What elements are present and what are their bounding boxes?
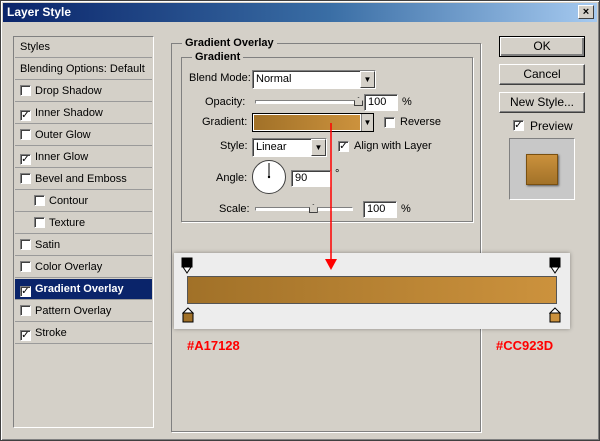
scale-percent: % [401, 203, 411, 215]
style-label-inner-shadow: Inner Shadow [35, 107, 103, 119]
angle-label: Angle: [216, 172, 248, 184]
style-item-gradient-overlay[interactable]: ✓ Gradient Overlay [15, 279, 152, 300]
scale-slider-track[interactable] [255, 207, 353, 211]
opacity-stop-left[interactable] [181, 257, 193, 274]
preview-swatch [526, 154, 558, 185]
opacity-percent: % [402, 96, 412, 108]
style-label-color-overlay: Color Overlay [35, 261, 103, 273]
style-checkbox-gradient-overlay[interactable]: ✓ [20, 286, 31, 297]
close-button[interactable]: × [578, 5, 594, 19]
blend-mode-select[interactable]: Normal ▼ [252, 70, 376, 89]
style-value: Linear [256, 141, 287, 153]
scale-input[interactable]: 100 [363, 201, 397, 218]
opacity-input[interactable]: 100 [364, 94, 398, 111]
style-label-gradient-overlay: Gradient Overlay [35, 283, 124, 295]
chevron-down-icon[interactable]: ▼ [360, 71, 375, 88]
style-label-pattern-overlay: Pattern Overlay [35, 305, 112, 317]
preview-checkbox[interactable]: ✓ [513, 120, 524, 131]
style-label-stroke: Stroke [35, 327, 67, 339]
gradient-editor [174, 253, 570, 329]
gradient-swatch[interactable] [254, 115, 360, 130]
style-item-inner-glow[interactable]: ✓ Inner Glow [15, 147, 152, 168]
angle-dial[interactable] [251, 159, 287, 195]
blend-mode-value: Normal [256, 73, 292, 85]
annotation-arrow [325, 123, 337, 270]
end-color-annotation: #CC923D [496, 338, 554, 353]
style-item-texture[interactable]: Texture [15, 213, 152, 234]
cancel-button[interactable]: Cancel [499, 64, 585, 85]
styles-header[interactable]: Styles [15, 37, 152, 58]
gradient-picker[interactable]: ▼ [252, 113, 374, 132]
gradient-preview-bar[interactable] [187, 276, 557, 304]
style-item-pattern-overlay[interactable]: Pattern Overlay [15, 301, 152, 322]
window-title: Layer Style [7, 5, 72, 19]
style-checkbox-bevel-and-emboss[interactable] [20, 173, 31, 184]
ok-button[interactable]: OK [499, 36, 585, 57]
style-item-bevel-and-emboss[interactable]: Bevel and Emboss [15, 169, 152, 190]
style-item-drop-shadow[interactable]: Drop Shadow [15, 81, 152, 102]
reverse-checkbox[interactable] [384, 117, 395, 128]
start-color-annotation: #A17128 [187, 338, 240, 353]
preview-label: Preview [530, 119, 573, 133]
blend-mode-label: Blend Mode: [189, 72, 251, 84]
style-item-satin[interactable]: Satin [15, 235, 152, 256]
style-label-texture: Texture [49, 217, 86, 229]
style-label-drop-shadow: Drop Shadow [35, 85, 102, 97]
style-checkbox-inner-shadow[interactable]: ✓ [20, 110, 31, 121]
style-item-outer-glow[interactable]: Outer Glow [15, 125, 152, 146]
style-item-stroke[interactable]: ✓ Stroke [15, 323, 152, 344]
style-label-inner-glow: Inner Glow [35, 151, 89, 163]
styles-list: Styles Blending Options: Default Drop Sh… [13, 36, 154, 428]
gradient-subgroup-title: Gradient [192, 51, 244, 63]
new-style-button[interactable]: New Style... [499, 92, 585, 113]
style-checkbox-drop-shadow[interactable] [20, 85, 31, 96]
style-item-color-overlay[interactable]: Color Overlay [15, 257, 152, 278]
style-checkbox-texture[interactable] [34, 217, 45, 228]
opacity-slider-track[interactable] [255, 100, 359, 104]
style-checkbox-satin[interactable] [20, 239, 31, 250]
style-item-contour[interactable]: Contour [15, 191, 152, 212]
reverse-label: Reverse [400, 116, 441, 128]
title-bar[interactable]: Layer Style × [3, 3, 597, 22]
opacity-stop-right[interactable] [549, 257, 561, 274]
blending-options-item[interactable]: Blending Options: Default [15, 59, 152, 80]
style-select[interactable]: Linear ▼ [252, 138, 327, 157]
gradient-label: Gradient: [202, 116, 248, 128]
style-checkbox-color-overlay[interactable] [20, 261, 31, 272]
style-item-inner-shadow[interactable]: ✓ Inner Shadow [15, 103, 152, 124]
color-stop-right[interactable] [549, 307, 561, 323]
layer-style-dialog: Layer Style × Styles Blending Options: D… [0, 0, 600, 441]
align-with-layer-label: Align with Layer [354, 140, 432, 152]
scale-label: Scale: [219, 203, 250, 215]
gradient-overlay-title: Gradient Overlay [182, 37, 277, 49]
style-checkbox-outer-glow[interactable] [20, 129, 31, 140]
style-label-outer-glow: Outer Glow [35, 129, 91, 141]
color-stop-left[interactable] [182, 307, 194, 323]
align-with-layer-checkbox[interactable]: ✓ [338, 141, 349, 152]
style-checkbox-pattern-overlay[interactable] [20, 305, 31, 316]
style-label: Style: [220, 140, 248, 152]
style-label-bevel-and-emboss: Bevel and Emboss [35, 173, 127, 185]
style-label-satin: Satin [35, 239, 61, 251]
style-checkbox-contour[interactable] [34, 195, 45, 206]
opacity-label: Opacity: [205, 96, 246, 108]
style-label-contour: Contour [49, 195, 89, 207]
style-checkbox-inner-glow[interactable]: ✓ [20, 154, 31, 165]
preview-box [509, 138, 575, 200]
chevron-down-icon[interactable]: ▼ [361, 114, 373, 131]
style-checkbox-stroke[interactable]: ✓ [20, 330, 31, 341]
